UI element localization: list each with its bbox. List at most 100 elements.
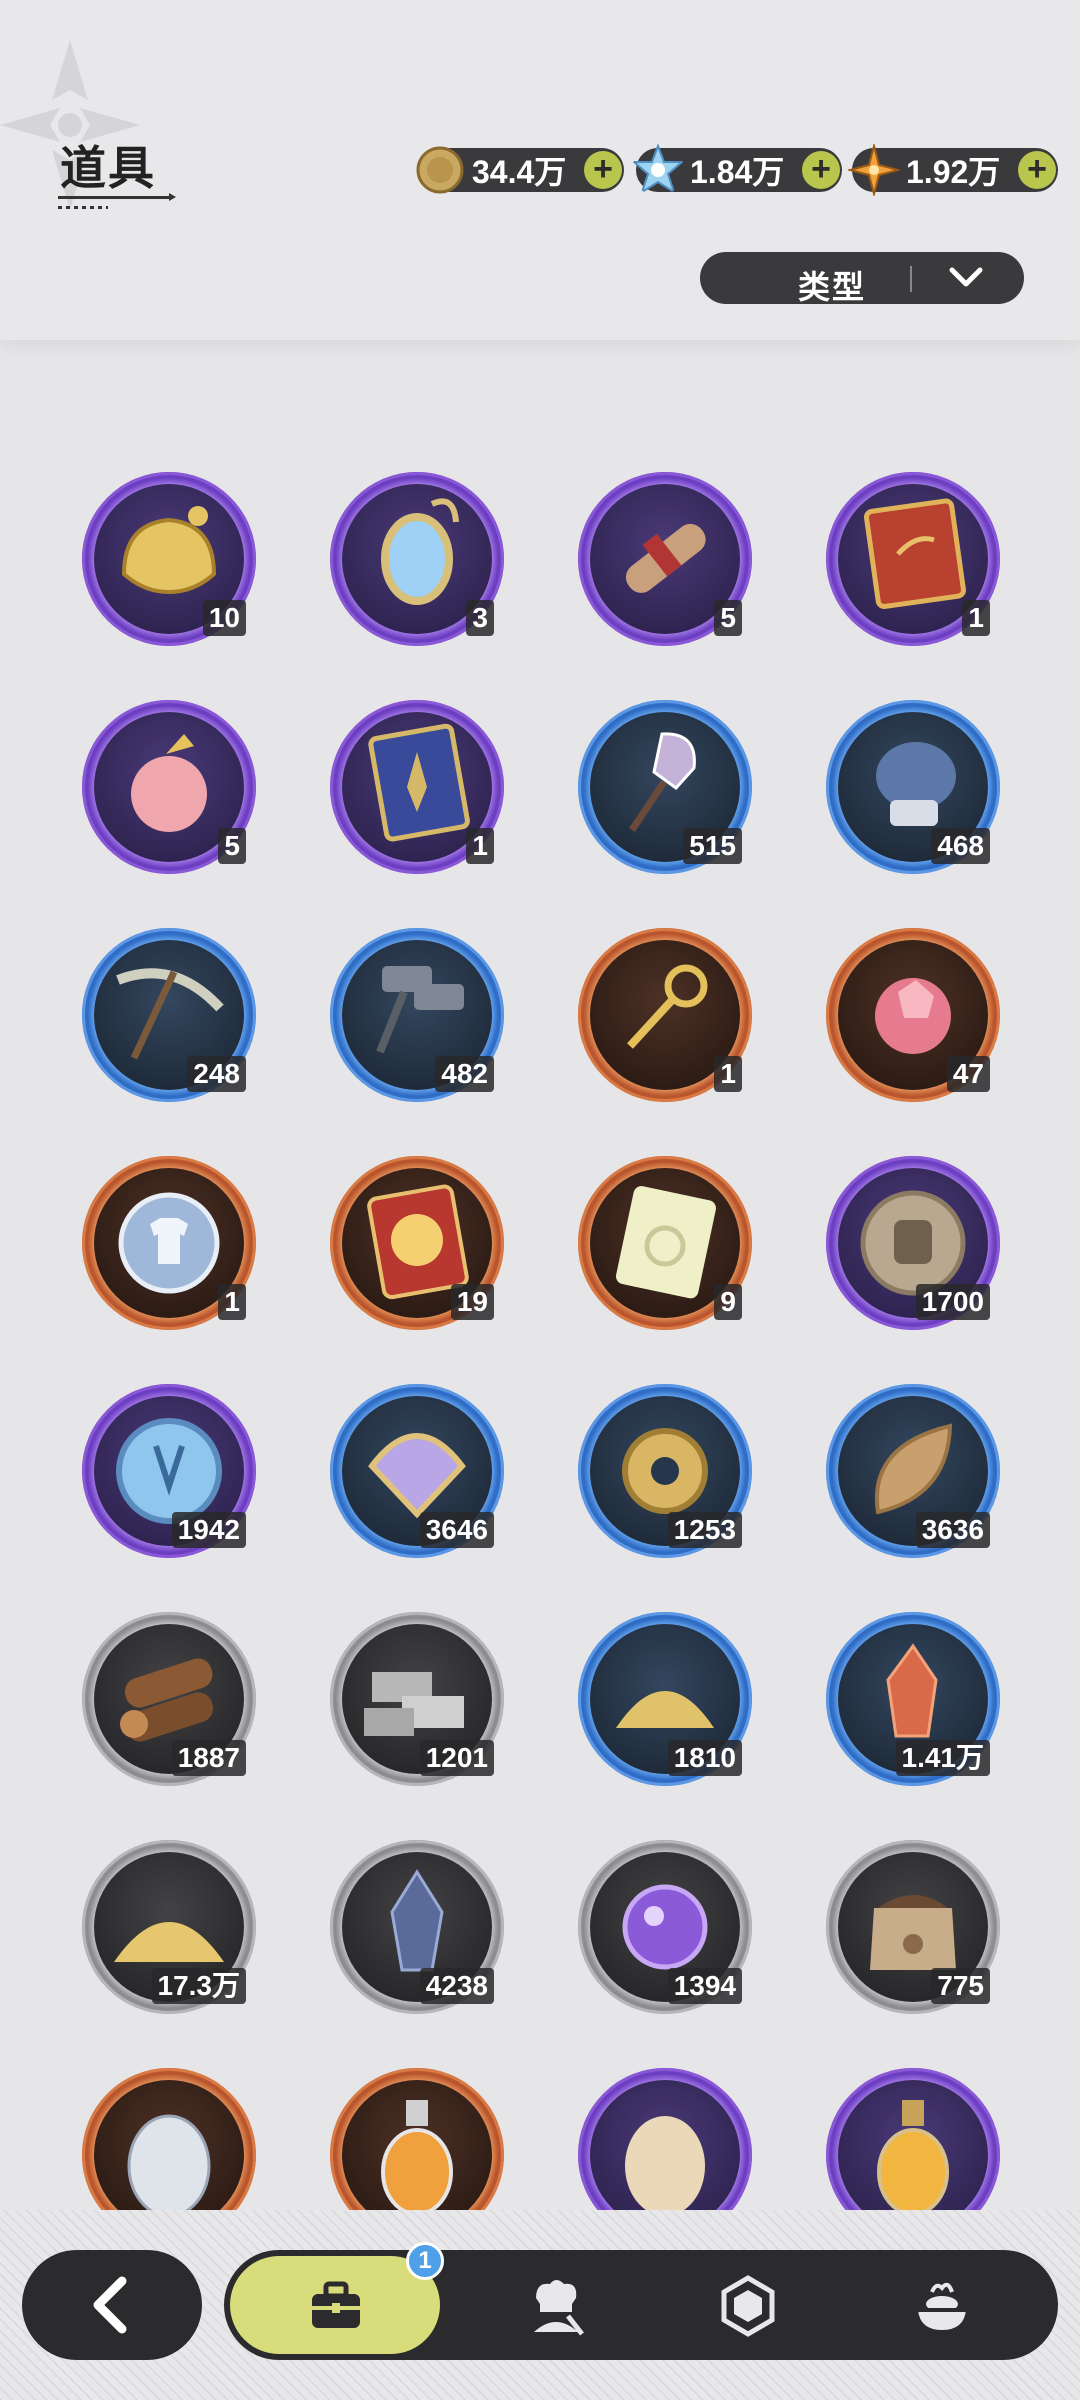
inventory-item[interactable]: 10 (82, 472, 256, 646)
inventory-item[interactable]: 3 (330, 472, 504, 646)
currency-star-value: 1.92万 (906, 154, 1001, 190)
inventory-item[interactable]: 468 (826, 700, 1000, 874)
item-count: 47 (946, 1056, 990, 1092)
item-count: 10 (202, 600, 246, 636)
chevron-down-icon (949, 267, 983, 287)
item-count: 482 (435, 1056, 494, 1092)
inventory-item[interactable]: 248 (82, 928, 256, 1102)
item-count: 1942 (171, 1512, 246, 1548)
item-count: 3646 (419, 1512, 494, 1548)
bag-icon (312, 2281, 360, 2328)
tab-cooking[interactable] (880, 2250, 1000, 2360)
add-star-button[interactable]: + (1018, 151, 1056, 189)
back-arrow-icon (93, 2276, 127, 2334)
item-count: 5 (218, 828, 246, 864)
inventory-item[interactable]: 1887 (82, 1612, 256, 1786)
currency-crystal-value: 1.84万 (690, 154, 785, 190)
item-count: 17.3万 (151, 1968, 246, 2004)
item-count: 1887 (171, 1740, 246, 1776)
inventory-item[interactable]: 1.41万 (826, 1612, 1000, 1786)
item-count: 4238 (419, 1968, 494, 2004)
hexagon-gem-icon (721, 2275, 775, 2337)
orange-potion-icon (342, 2080, 492, 2210)
inventory-item[interactable]: 9 (578, 1156, 752, 1330)
item-frame (330, 2068, 504, 2210)
item-count: 5 (714, 600, 742, 636)
item-count: 1394 (667, 1968, 742, 2004)
inventory-item[interactable]: 4238 (330, 1840, 504, 2014)
inventory-item[interactable] (330, 2068, 504, 2210)
item-count: 1810 (667, 1740, 742, 1776)
tab-bag[interactable]: 1 (230, 2242, 444, 2354)
blue-crystal-icon (632, 144, 684, 195)
bottom-tab-bar: 1 (224, 2242, 1058, 2360)
add-coin-button[interactable]: + (584, 151, 622, 189)
inventory-item[interactable]: 3636 (826, 1384, 1000, 1558)
title-underline (58, 193, 176, 201)
patterned-egg-icon (94, 2080, 244, 2210)
inventory-item[interactable] (578, 2068, 752, 2210)
item-count: 3 (466, 600, 494, 636)
add-crystal-button[interactable]: + (802, 151, 840, 189)
inventory-item[interactable]: 1394 (578, 1840, 752, 2014)
item-count: 9 (714, 1284, 742, 1320)
gold-coin-icon (416, 146, 464, 194)
type-filter-divider (910, 266, 912, 292)
inventory-item[interactable]: 775 (826, 1840, 1000, 2014)
inventory-item[interactable]: 5 (82, 700, 256, 874)
inventory-item[interactable]: 1 (826, 472, 1000, 646)
cooking-pot-icon (916, 2282, 968, 2330)
inventory-item[interactable]: 1942 (82, 1384, 256, 1558)
type-filter-label: 类型 (797, 269, 866, 305)
inventory-item[interactable]: 17.3万 (82, 1840, 256, 2014)
item-frame (82, 2068, 256, 2210)
currency-coin: 34.4万 + (416, 146, 624, 194)
header: 道具 34.4万 + 1.84万 + 1.92万 + 类型 (0, 0, 1080, 340)
inventory-item[interactable] (826, 2068, 1000, 2210)
item-count: 1 (962, 600, 990, 636)
inventory-item[interactable]: 482 (330, 928, 504, 1102)
back-button[interactable] (22, 2250, 202, 2360)
inventory-item[interactable]: 1700 (826, 1156, 1000, 1330)
item-count: 1 (714, 1056, 742, 1092)
orange-star-icon (848, 144, 900, 196)
item-count: 775 (931, 1968, 990, 2004)
inventory-item[interactable] (82, 2068, 256, 2210)
inventory-item[interactable]: 1 (330, 700, 504, 874)
item-count: 1201 (419, 1740, 494, 1776)
item-count: 468 (931, 828, 990, 864)
inventory-item[interactable]: 3646 (330, 1384, 504, 1558)
tab-gem[interactable] (686, 2250, 806, 2360)
inventory-item[interactable]: 19 (330, 1156, 504, 1330)
inventory-item[interactable]: 1253 (578, 1384, 752, 1558)
item-count: 248 (187, 1056, 246, 1092)
currency-coin-value: 34.4万 (472, 154, 567, 190)
item-count: 1 (466, 828, 494, 864)
inventory-item[interactable]: 5 (578, 472, 752, 646)
inventory-item[interactable]: 1810 (578, 1612, 752, 1786)
inventory-item[interactable]: 515 (578, 700, 752, 874)
page-title: 道具 (60, 142, 156, 194)
egg-icon (590, 2080, 740, 2210)
chef-icon (534, 2280, 584, 2336)
item-count: 1700 (915, 1284, 990, 1320)
item-frame (826, 2068, 1000, 2210)
inventory-item[interactable]: 47 (826, 928, 1000, 1102)
item-count: 1 (218, 1284, 246, 1320)
item-count: 19 (450, 1284, 494, 1320)
gold-potion-icon (838, 2080, 988, 2210)
currency-star: 1.92万 + (848, 144, 1058, 196)
inventory-item[interactable]: 1 (82, 1156, 256, 1330)
item-count: 3636 (915, 1512, 990, 1548)
inventory-item[interactable]: 1 (578, 928, 752, 1102)
type-filter-dropdown[interactable]: 类型 (700, 252, 1024, 305)
item-count: 1.41万 (895, 1740, 990, 1776)
item-frame (578, 2068, 752, 2210)
currency-crystal: 1.84万 + (632, 144, 842, 195)
item-count: 515 (683, 828, 742, 864)
title-dots (58, 206, 108, 209)
inventory-item[interactable]: 1201 (330, 1612, 504, 1786)
tab-chef[interactable] (494, 2250, 614, 2360)
bag-badge: 1 (406, 2242, 444, 2280)
item-count: 1253 (667, 1512, 742, 1548)
